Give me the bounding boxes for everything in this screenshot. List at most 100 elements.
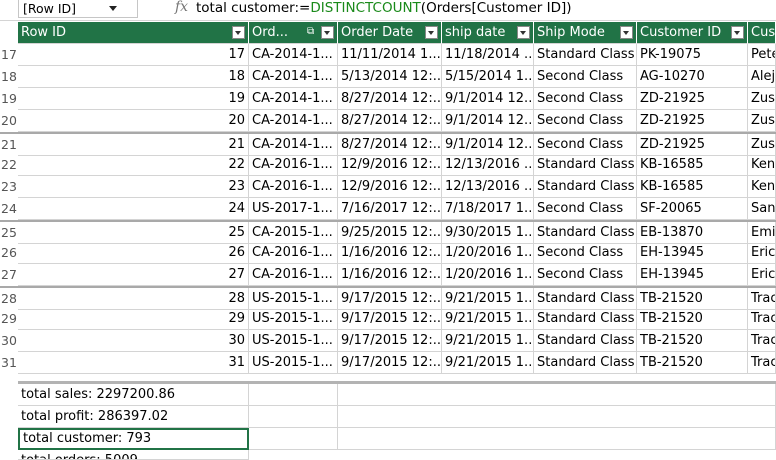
cell-order-date[interactable]: 8/27/2014 12:... <box>338 88 442 110</box>
cell-customer-id[interactable]: TB-21520 <box>637 308 748 330</box>
table-row[interactable]: 17 17 CA-2014-1... 11/11/2014 1... 11/18/20… <box>0 44 776 66</box>
cell-ship-mode[interactable]: Standard Class <box>534 176 637 198</box>
col-header-order-date[interactable]: Order Date <box>338 22 442 44</box>
cell-customer-name[interactable]: Eric <box>748 242 776 264</box>
table-row[interactable]: 23 23 CA-2016-1... 12/9/2016 12:... 12/13/20… <box>0 176 776 198</box>
table-row[interactable]: 18 18 CA-2014-1... 5/13/2014 12:... 5/15/201… <box>0 66 776 88</box>
cell-order-id[interactable]: CA-2014-1... <box>249 66 338 88</box>
cell-order-id[interactable]: CA-2016-1... <box>249 264 338 286</box>
cell-customer-name[interactable]: Sand <box>748 198 776 220</box>
cell-order-id[interactable]: US-2015-1... <box>249 308 338 330</box>
cell-customer-id[interactable]: SF-20065 <box>637 198 748 220</box>
cell-order-id[interactable]: CA-2014-1... <box>249 134 338 156</box>
cell-customer-id[interactable]: AG-10270 <box>637 66 748 88</box>
cell-order-id[interactable]: CA-2016-1... <box>249 154 338 176</box>
filter-dropdown-icon[interactable] <box>232 26 245 39</box>
cell-ship-date[interactable]: 1/20/2016 1... <box>442 264 534 286</box>
cell-ship-date[interactable]: 12/13/2016 ... <box>442 176 534 198</box>
cell-ship-mode[interactable]: Standard Class <box>534 154 637 176</box>
cell-order-id[interactable]: US-2015-1... <box>249 352 338 374</box>
cell-order-date[interactable]: 9/17/2015 12:... <box>338 288 442 310</box>
cell-customer-id[interactable]: TB-21520 <box>637 288 748 310</box>
table-row[interactable]: 22 22 CA-2016-1... 12/9/2016 12:... 12/13/20… <box>0 154 776 176</box>
filter-dropdown-icon[interactable] <box>425 26 438 39</box>
cell-ship-mode[interactable]: Second Class <box>534 134 637 156</box>
measure-cell[interactable] <box>249 384 338 406</box>
cell-ship-mode[interactable]: Standard Class <box>534 330 637 352</box>
cell-customer-id[interactable]: KB-16585 <box>637 154 748 176</box>
col-header-order-id[interactable]: Ord... ⧉ <box>249 22 338 44</box>
cell-row-id[interactable]: 20 <box>18 110 249 132</box>
table-row[interactable]: 28 28 US-2015-1... 9/17/2015 12:... 9/21/201… <box>0 286 776 310</box>
cell-ship-mode[interactable]: Second Class <box>534 88 637 110</box>
measure-cell[interactable] <box>338 384 776 406</box>
cell-customer-name[interactable]: Pete <box>748 44 776 66</box>
cell-customer-id[interactable]: TB-21520 <box>637 352 748 374</box>
name-box[interactable]: [Row ID] <box>18 0 138 18</box>
table-row[interactable]: 26 26 CA-2016-1... 1/16/2016 12:... 1/20/201… <box>0 242 776 264</box>
cell-customer-name[interactable]: Zusc <box>748 134 776 156</box>
chevron-down-icon[interactable] <box>109 6 117 11</box>
cell-ship-date[interactable]: 9/21/2015 1... <box>442 352 534 374</box>
cell-order-id[interactable]: US-2015-1... <box>249 288 338 310</box>
cell-customer-id[interactable]: ZD-21925 <box>637 88 748 110</box>
cell-row-id[interactable]: 22 <box>18 154 249 176</box>
cell-ship-date[interactable]: 9/21/2015 1... <box>442 288 534 310</box>
cell-row-id[interactable]: 29 <box>18 308 249 330</box>
cell-customer-name[interactable]: Emi <box>748 222 776 244</box>
cell-ship-date[interactable]: 9/1/2014 12... <box>442 110 534 132</box>
cell-order-date[interactable]: 1/16/2016 12:... <box>338 242 442 264</box>
col-header-row-id[interactable]: Row ID <box>18 22 249 44</box>
table-row[interactable]: 25 25 CA-2015-1... 9/25/2015 12:... 9/30/201… <box>0 220 776 244</box>
table-row[interactable]: 31 31 US-2015-1... 9/17/2015 12:... 9/21/201… <box>0 352 776 374</box>
cell-customer-name[interactable]: Trac <box>748 288 776 310</box>
cell-ship-date[interactable]: 9/30/2015 1... <box>442 222 534 244</box>
filter-dropdown-icon[interactable] <box>620 26 633 39</box>
cell-row-id[interactable]: 24 <box>18 198 249 220</box>
cell-ship-mode[interactable]: Second Class <box>534 66 637 88</box>
cell-customer-name[interactable]: Eric <box>748 264 776 286</box>
measure-total-sales[interactable]: total sales: 2297200.86 <box>18 384 249 406</box>
cell-order-date[interactable]: 9/17/2015 12:... <box>338 352 442 374</box>
cell-customer-id[interactable]: EH-13945 <box>637 242 748 264</box>
cell-customer-name[interactable]: Zusc <box>748 88 776 110</box>
table-row[interactable]: 29 29 US-2015-1... 9/17/2015 12:... 9/21/201… <box>0 308 776 330</box>
cell-customer-name[interactable]: Trac <box>748 330 776 352</box>
cell-customer-id[interactable]: KB-16585 <box>637 176 748 198</box>
cell-customer-id[interactable]: ZD-21925 <box>637 110 748 132</box>
cell-order-id[interactable]: CA-2014-1... <box>249 88 338 110</box>
filter-dropdown-icon[interactable] <box>321 26 334 39</box>
cell-order-id[interactable]: US-2017-1... <box>249 198 338 220</box>
cell-row-id[interactable]: 31 <box>18 352 249 374</box>
cell-order-date[interactable]: 9/25/2015 12:... <box>338 222 442 244</box>
cell-order-date[interactable]: 9/17/2015 12:... <box>338 330 442 352</box>
cell-order-id[interactable]: CA-2016-1... <box>249 176 338 198</box>
cell-order-date[interactable]: 5/13/2014 12:... <box>338 66 442 88</box>
cell-ship-mode[interactable]: Second Class <box>534 264 637 286</box>
measure-cell[interactable] <box>338 428 776 450</box>
filter-dropdown-icon[interactable] <box>731 26 744 39</box>
cell-ship-date[interactable]: 9/1/2014 12... <box>442 134 534 156</box>
cell-row-id[interactable]: 26 <box>18 242 249 264</box>
cell-order-id[interactable]: US-2015-1... <box>249 330 338 352</box>
col-header-ship-date[interactable]: ship date <box>442 22 534 44</box>
table-row[interactable]: 24 24 US-2017-1... 7/16/2017 12:... 7/18/201… <box>0 198 776 220</box>
cell-customer-id[interactable]: EH-13945 <box>637 264 748 286</box>
cell-ship-date[interactable]: 11/18/2014 ... <box>442 44 534 66</box>
cell-customer-id[interactable]: PK-19075 <box>637 44 748 66</box>
filter-dropdown-icon[interactable] <box>517 26 530 39</box>
table-row[interactable]: 21 21 CA-2014-1... 8/27/2014 12:... 9/1/2014… <box>0 132 776 156</box>
cell-customer-id[interactable]: EB-13870 <box>637 222 748 244</box>
cell-customer-id[interactable]: TB-21520 <box>637 330 748 352</box>
col-header-customer-name[interactable]: Cus <box>748 22 776 44</box>
cell-ship-mode[interactable]: Standard Class <box>534 308 637 330</box>
cell-row-id[interactable]: 19 <box>18 88 249 110</box>
cell-order-date[interactable]: 11/11/2014 1... <box>338 44 442 66</box>
cell-order-date[interactable]: 8/27/2014 12:... <box>338 134 442 156</box>
table-row[interactable]: 19 19 CA-2014-1... 8/27/2014 12:... 9/1/2014… <box>0 88 776 110</box>
table-row[interactable]: 20 20 CA-2014-1... 8/27/2014 12:... 9/1/2014… <box>0 110 776 132</box>
cell-customer-name[interactable]: Trac <box>748 352 776 374</box>
cell-ship-date[interactable]: 9/21/2015 1... <box>442 330 534 352</box>
cell-row-id[interactable]: 27 <box>18 264 249 286</box>
cell-order-id[interactable]: CA-2015-1... <box>249 222 338 244</box>
